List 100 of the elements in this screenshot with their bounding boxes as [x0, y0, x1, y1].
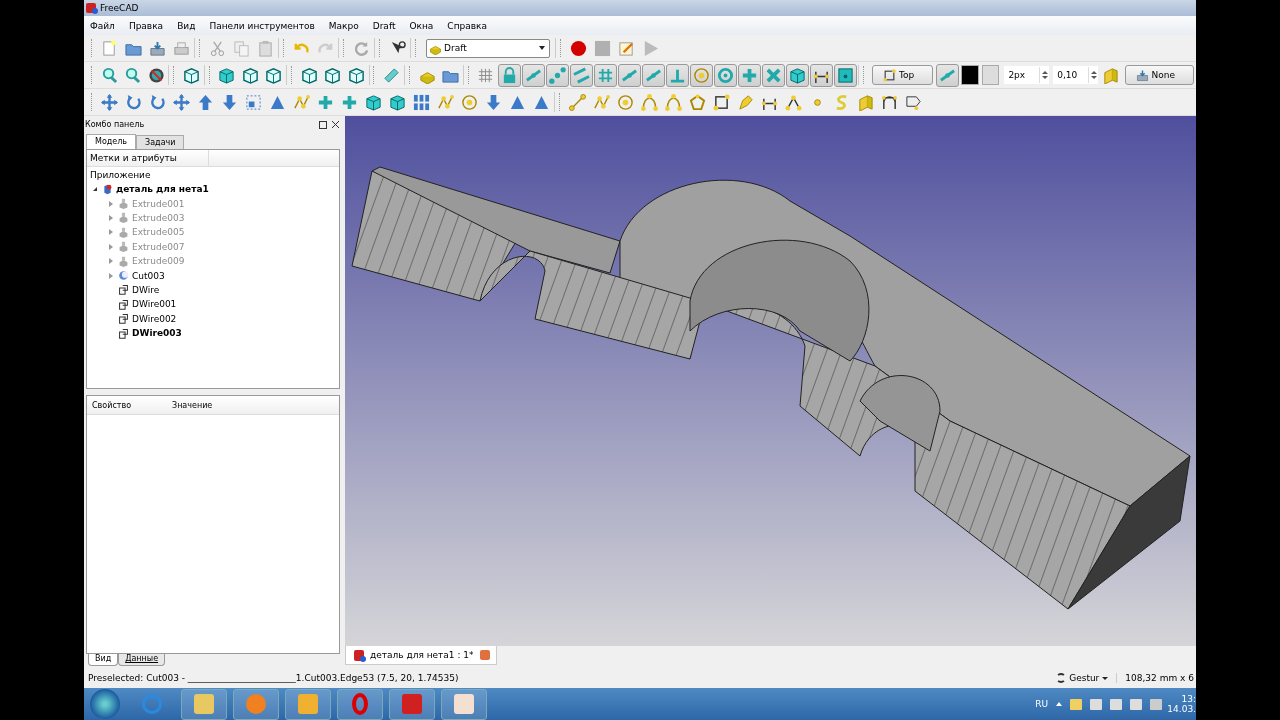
scissors-icon	[209, 39, 226, 57]
hash-button[interactable]	[594, 63, 618, 87]
printer-icon	[173, 39, 190, 57]
expand-arrow-icon[interactable]	[109, 272, 113, 279]
language-indicator[interactable]: RU	[1035, 699, 1048, 709]
column-header: Значение	[171, 400, 214, 410]
font-size-spinbox[interactable]: 0,10	[1053, 66, 1099, 84]
dots-button[interactable]	[546, 63, 570, 87]
document-icon	[102, 183, 113, 195]
collapse-arrow-icon[interactable]	[93, 187, 97, 192]
menu-item[interactable]: Панели инструментов	[209, 20, 315, 31]
refresh-icon	[353, 39, 370, 57]
taskbar-app-button[interactable]	[181, 688, 227, 720]
clock-date[interactable]: 14.03.	[1167, 704, 1196, 714]
menu-item[interactable]: Справка	[447, 20, 487, 31]
cube-button[interactable]	[786, 63, 810, 87]
extrude-icon	[118, 255, 129, 267]
menu-item[interactable]: Правка	[128, 20, 164, 31]
dimension-button[interactable]	[810, 63, 834, 87]
wire-cube-icon	[241, 66, 259, 84]
pencil-note-icon	[618, 39, 635, 57]
document-tab[interactable]: деталь для нета1 : 1*	[345, 646, 497, 665]
perpendicular-button[interactable]	[666, 63, 690, 87]
close-icon[interactable]	[332, 121, 339, 128]
tree-item[interactable]: DWire001	[132, 299, 177, 310]
show-hidden-icons-icon[interactable]	[1056, 702, 1062, 706]
wire-icon	[118, 327, 129, 339]
tree-item[interactable]: Cut003	[132, 270, 165, 281]
extrude-icon	[118, 226, 129, 238]
dots-icon	[549, 66, 567, 84]
taskbar-app-button[interactable]	[285, 688, 331, 720]
taskbar-app-button[interactable]	[441, 688, 487, 720]
navigation-style-dropdown[interactable]: Gestur	[1056, 673, 1118, 683]
navigation-arrows-icon	[1056, 673, 1067, 683]
wire-cube-icon	[347, 66, 365, 84]
workbench-dropdown[interactable]: Draft	[426, 38, 550, 58]
taskbar-app-button[interactable]	[233, 688, 279, 720]
spin-arrows-icon[interactable]	[1088, 67, 1099, 83]
tree-item[interactable]: DWire	[132, 284, 160, 295]
3d-viewport[interactable]	[345, 116, 1196, 646]
tab[interactable]: Вид	[88, 654, 119, 666]
spin-arrows-icon[interactable]	[1039, 67, 1050, 83]
taskbar-app-button[interactable]	[389, 688, 435, 720]
magnifier-icon	[124, 66, 142, 84]
tree-item[interactable]: DWire003	[132, 328, 182, 339]
circle-node-button[interactable]	[690, 63, 714, 87]
group-button[interactable]: None	[1124, 65, 1195, 85]
float-icon[interactable]	[319, 120, 327, 129]
arc-node-icon	[665, 93, 682, 111]
tab[interactable]: Модель	[86, 134, 137, 149]
snap-line-button[interactable]	[522, 63, 546, 87]
app-logo-icon	[354, 649, 364, 661]
wire-cube-icon	[324, 66, 342, 84]
arc-node-icon	[641, 93, 658, 111]
bridge-icon	[881, 93, 898, 111]
tree-item[interactable]: DWire002	[132, 313, 177, 324]
tab[interactable]: Данные	[118, 654, 166, 666]
triangle-icon	[509, 93, 526, 111]
snap-line-button[interactable]	[618, 63, 642, 87]
blocks-icon	[413, 93, 430, 111]
cube-icon	[789, 66, 807, 84]
zigzag-icon	[593, 93, 610, 111]
square-dot-button[interactable]	[834, 63, 858, 87]
panel-title: Комбо панель	[85, 120, 145, 129]
tab[interactable]: Задачи	[136, 135, 185, 149]
square-node-icon	[883, 68, 897, 82]
square-node-icon	[713, 93, 730, 111]
extrude-icon	[118, 198, 129, 210]
scale-box-icon	[245, 93, 262, 111]
clock-time[interactable]: 13:	[1181, 694, 1196, 704]
menu-item[interactable]: Вид	[177, 20, 196, 31]
arrow-down-icon	[221, 93, 238, 111]
plus-icon	[341, 93, 358, 111]
face-color-swatch[interactable]	[981, 65, 1000, 85]
lock-button[interactable]	[498, 63, 522, 87]
parallel-button[interactable]	[570, 63, 594, 87]
node-icon	[569, 93, 586, 111]
no-entry-icon	[147, 66, 165, 84]
menu-item[interactable]: Файл	[90, 20, 115, 31]
working-plane-button[interactable]: Top	[872, 65, 934, 85]
triangle-icon	[533, 93, 550, 111]
menu-item[interactable]: Макро	[328, 20, 359, 31]
snap-line-button[interactable]	[642, 63, 666, 87]
circle-node-icon	[617, 93, 634, 111]
line-color-swatch[interactable]	[961, 65, 979, 85]
copy-icon	[233, 39, 250, 57]
menu-item[interactable]: Draft	[372, 20, 396, 31]
start-button[interactable]	[90, 689, 120, 719]
tree-item[interactable]: деталь для нета1	[116, 184, 209, 195]
taskbar-app-button[interactable]	[337, 688, 383, 720]
plus-icon	[317, 93, 334, 111]
tree-root-label: Приложение	[89, 169, 152, 182]
extrusion-icon	[1101, 66, 1119, 84]
stop-icon	[594, 39, 611, 57]
line-width-spinbox[interactable]: 2px	[1004, 66, 1050, 84]
column-header: Свойство	[91, 400, 133, 410]
status-message: Preselected: Cut003 - ________________________1.Cut003.Edge53 (7.5, 20, 1.74535)	[88, 673, 460, 683]
four-arrows-icon	[173, 93, 190, 111]
magnifier-icon	[100, 66, 118, 84]
menu-item[interactable]: Окна	[409, 20, 434, 31]
